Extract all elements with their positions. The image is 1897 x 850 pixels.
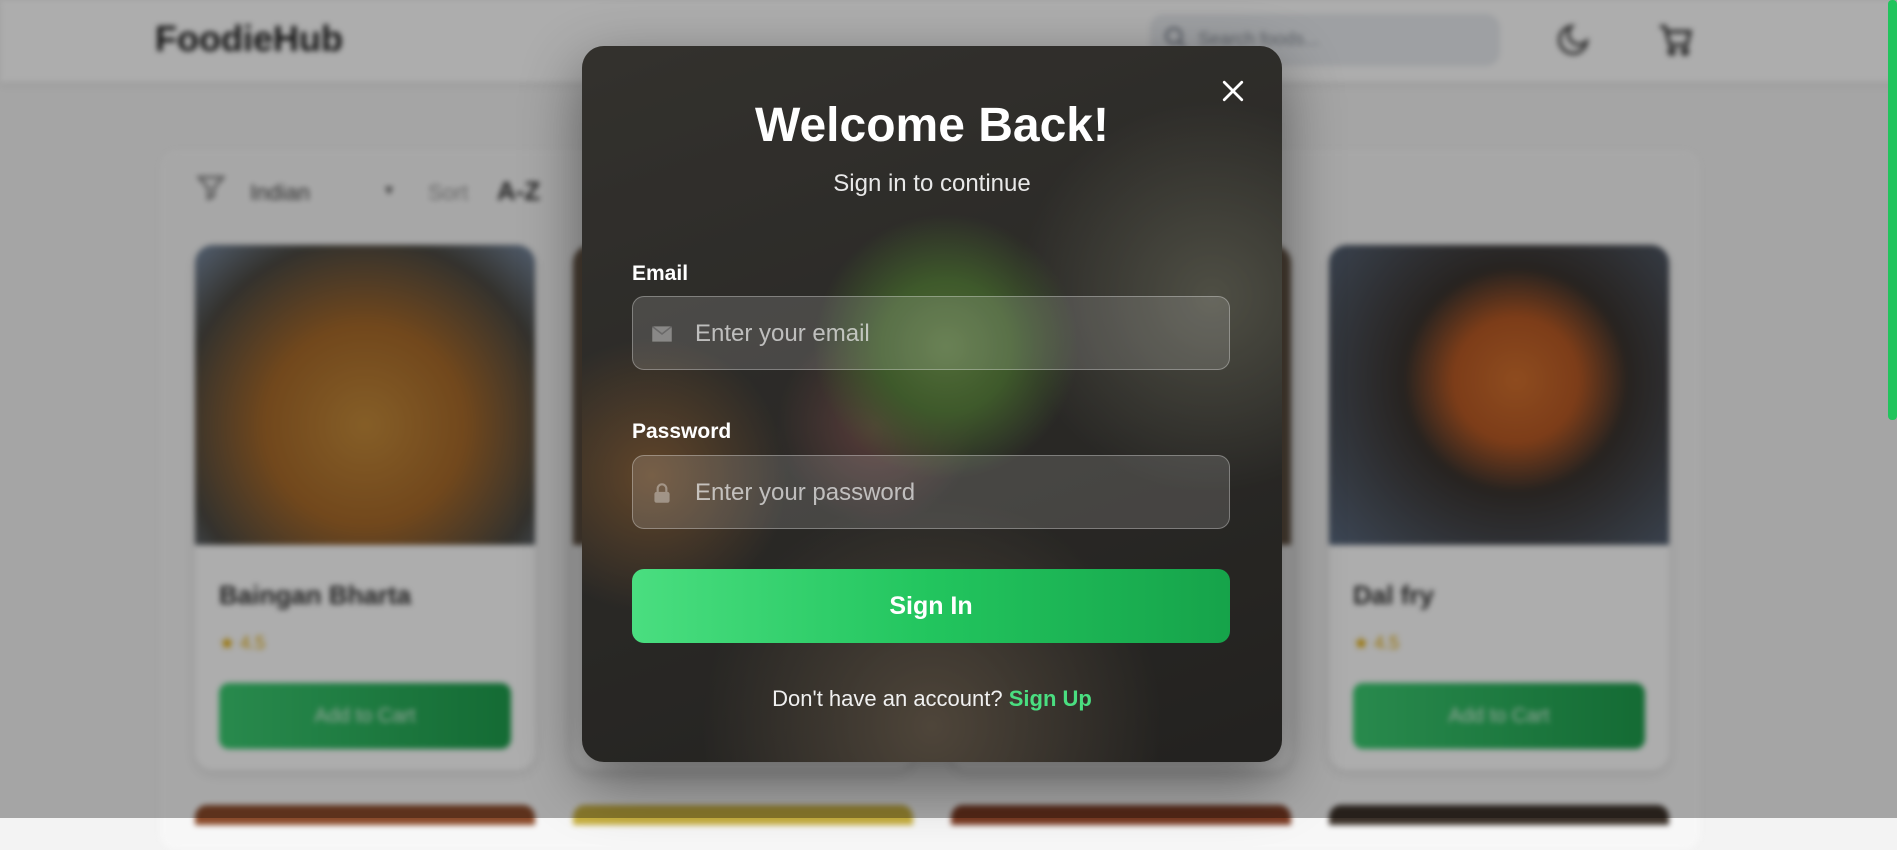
password-label: Password [632,420,732,443]
lock-icon [654,483,670,503]
password-input[interactable] [693,456,1217,530]
password-field[interactable] [632,455,1230,530]
sign-up-link[interactable]: Sign Up [1009,686,1092,711]
modal-title: Welcome Back! [755,99,1109,152]
email-input[interactable] [693,297,1217,371]
sign-in-button[interactable]: Sign In [632,569,1230,643]
modal-dim-layer [582,46,1282,762]
signup-prompt-text: Don't have an account? [772,686,1003,711]
email-label: Email [632,262,689,285]
login-modal: Welcome Back! Sign in to continue Email … [582,46,1282,762]
scrollbar-thumb[interactable] [1888,0,1897,420]
signup-prompt: Don't have an account? Sign Up [582,686,1282,712]
modal-subtitle: Sign in to continue [833,170,1031,197]
email-field[interactable] [632,296,1230,371]
mail-icon [651,325,673,342]
